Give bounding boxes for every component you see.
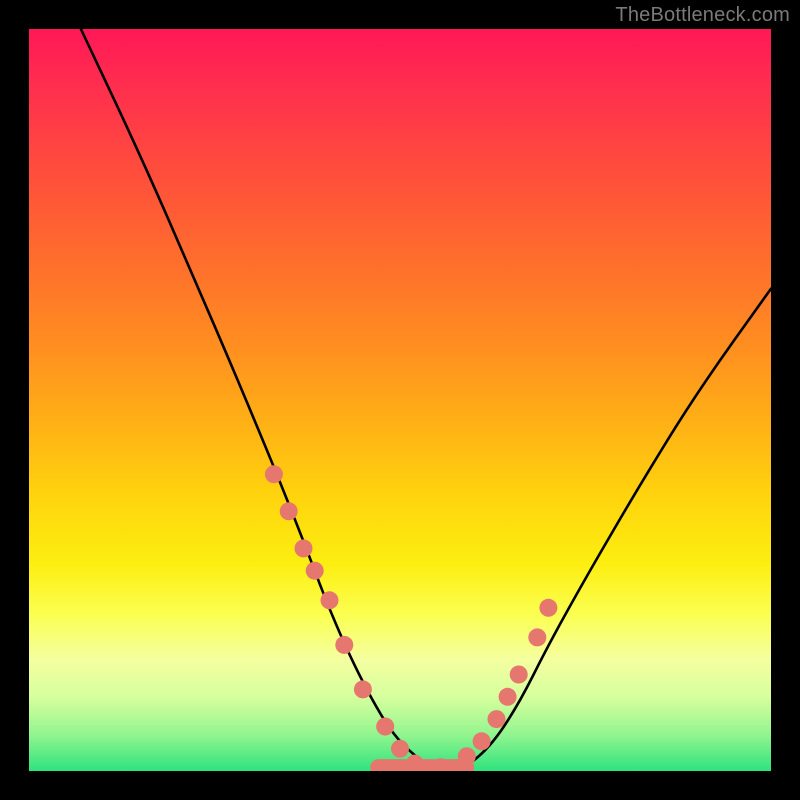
- bottleneck-curve: [81, 29, 771, 771]
- bottleneck-curve-svg: [29, 29, 771, 771]
- scatter-point: [265, 465, 283, 483]
- scatter-point: [458, 747, 476, 765]
- scatter-point: [473, 732, 491, 750]
- scatter-point: [295, 539, 313, 557]
- scatter-point: [539, 599, 557, 617]
- scatter-point: [306, 562, 324, 580]
- scatter-point: [321, 591, 339, 609]
- scatter-point: [391, 740, 409, 758]
- scatter-point: [510, 666, 528, 684]
- scatter-point: [528, 628, 546, 646]
- scatter-point: [335, 636, 353, 654]
- scatter-point: [376, 718, 394, 736]
- scatter-point: [406, 755, 424, 771]
- scatter-point: [488, 710, 506, 728]
- chart-stage: TheBottleneck.com: [0, 0, 800, 800]
- scatter-point: [354, 680, 372, 698]
- plot-area: [29, 29, 771, 771]
- scatter-point: [280, 502, 298, 520]
- scatter-point: [499, 688, 517, 706]
- scatter-points: [265, 465, 558, 771]
- watermark-text: TheBottleneck.com: [615, 4, 790, 27]
